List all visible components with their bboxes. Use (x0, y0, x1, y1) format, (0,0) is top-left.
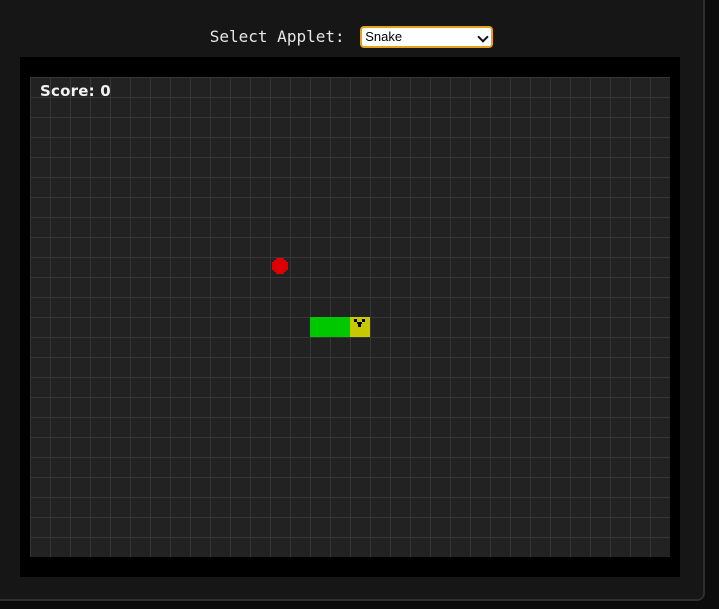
chevron-down-icon (477, 30, 489, 43)
game-board[interactable]: Score: 0 (30, 77, 670, 557)
score-display: Score: 0 (40, 82, 111, 100)
applet-select-value: Snake (365, 28, 403, 44)
applet-window: Select Applet: Snake Score: 0 (0, 0, 705, 601)
applet-selector-bar: Select Applet: Snake (0, 24, 703, 49)
snake-body-segment (310, 317, 330, 337)
snake-head (350, 317, 370, 337)
game-canvas-frame: Score: 0 (20, 57, 680, 577)
snake-body-segment (330, 317, 350, 337)
applet-select-dropdown[interactable]: Snake (360, 25, 494, 48)
snake-face-icon (354, 319, 365, 327)
select-applet-label: Select Applet: (209, 26, 345, 46)
food-apple (270, 257, 290, 277)
